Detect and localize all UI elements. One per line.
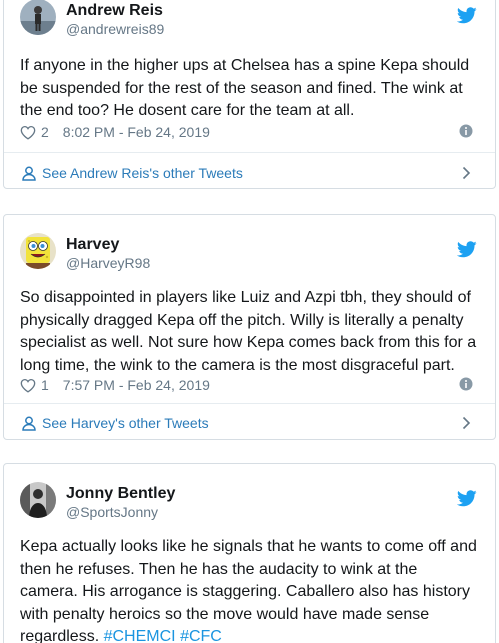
tweet-text-line: specialist as well. Not sure how Kepa co… bbox=[20, 334, 477, 351]
tweet-text: Kepa actually looks like he signals that… bbox=[20, 536, 481, 643]
tweet-text-line: Kepa actually looks like he signals that… bbox=[20, 538, 477, 555]
tweet-meta: 2 8:02 PM - Feb 24, 2019 bbox=[20, 123, 481, 141]
tweet-text-line: physically dragged Kepa off the pitch. W… bbox=[20, 311, 464, 329]
hashtag-link[interactable]: #CFC bbox=[180, 628, 222, 643]
see-other-tweets-label[interactable]: See Harvey's other Tweets bbox=[42, 415, 209, 431]
tweet-meta: 1 7:57 PM - Feb 24, 2019 bbox=[20, 376, 481, 394]
tweet-timestamp[interactable]: 7:57 PM - Feb 24, 2019 bbox=[63, 377, 210, 393]
chevron-right-icon[interactable] bbox=[462, 416, 471, 430]
like-count[interactable]: 1 bbox=[41, 377, 49, 393]
like-count[interactable]: 2 bbox=[41, 124, 49, 140]
tweet-text-line: long time, the wink to the camera is the… bbox=[20, 356, 455, 374]
person-icon bbox=[22, 166, 36, 181]
tweet-card: Jonny Bentley @SportsJonny Kepa actually… bbox=[3, 463, 496, 643]
tweet-text-line: then he refuses. Then he has the audacit… bbox=[20, 560, 418, 578]
divider bbox=[4, 403, 495, 404]
author-handle[interactable]: @andrewreis89 bbox=[66, 21, 164, 38]
author-handle[interactable]: @HarveyR98 bbox=[66, 255, 150, 272]
tweet-text-line: regardless. #CHEMCI #CFC bbox=[20, 626, 481, 643]
tweet-timestamp[interactable]: 8:02 PM - Feb 24, 2019 bbox=[63, 124, 210, 140]
tweet-text-fragment: regardless. bbox=[20, 628, 104, 643]
tweet-card: Harvey @HarveyR98 So disappointed in pla… bbox=[3, 214, 496, 440]
divider bbox=[4, 152, 495, 153]
avatar[interactable] bbox=[20, 0, 56, 35]
info-icon[interactable] bbox=[459, 124, 473, 138]
see-other-tweets-label[interactable]: See Andrew Reis's other Tweets bbox=[42, 165, 243, 181]
see-other-tweets-link[interactable]: See Andrew Reis's other Tweets bbox=[22, 163, 481, 183]
tweet-text-line: So disappointed in players like Luiz and… bbox=[20, 289, 471, 306]
author-name[interactable]: Harvey bbox=[66, 235, 119, 254]
see-other-tweets-link[interactable]: See Harvey's other Tweets bbox=[22, 413, 481, 433]
heart-icon[interactable] bbox=[20, 378, 36, 393]
avatar[interactable] bbox=[20, 482, 56, 518]
tweet-text-line: be suspended for the rest of the season … bbox=[20, 79, 463, 97]
heart-icon[interactable] bbox=[20, 125, 36, 140]
hashtag-link[interactable]: #CHEMCI bbox=[104, 628, 176, 643]
author-name[interactable]: Jonny Bentley bbox=[66, 484, 175, 503]
tweet-text-line: the end too? He dosent care for the team… bbox=[20, 102, 355, 119]
author-handle[interactable]: @SportsJonny bbox=[66, 504, 158, 521]
tweet-text-line: If anyone in the higher ups at Chelsea h… bbox=[20, 57, 470, 74]
tweet-text: So disappointed in players like Luiz and… bbox=[20, 287, 481, 377]
author-name[interactable]: Andrew Reis bbox=[66, 1, 163, 20]
person-icon bbox=[22, 416, 36, 431]
twitter-bird-icon[interactable] bbox=[457, 7, 477, 24]
chevron-right-icon[interactable] bbox=[462, 166, 471, 180]
info-icon[interactable] bbox=[459, 377, 473, 391]
tweet-text-line: camera. His arrogance is staggering. Cab… bbox=[20, 583, 470, 600]
tweet-text-line: with penalty heroics so the move would h… bbox=[20, 605, 430, 623]
twitter-bird-icon[interactable] bbox=[457, 490, 477, 507]
avatar[interactable] bbox=[20, 233, 56, 269]
tweet-card: Andrew Reis @andrewreis89 If anyone in t… bbox=[3, 0, 496, 189]
tweet-text: If anyone in the higher ups at Chelsea h… bbox=[20, 55, 481, 123]
twitter-bird-icon[interactable] bbox=[457, 241, 477, 258]
